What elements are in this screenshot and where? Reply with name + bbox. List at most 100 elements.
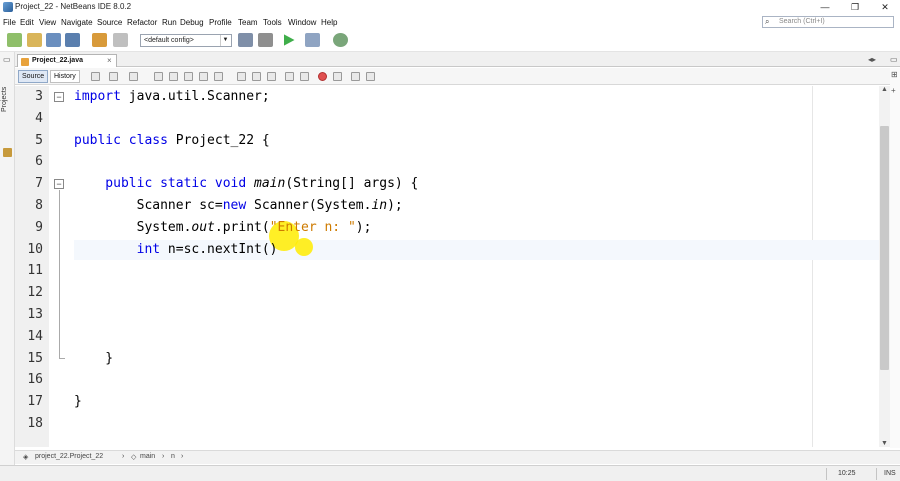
line-number: 10 [27, 241, 43, 257]
close-window-button[interactable]: ✕ [870, 0, 900, 15]
code-token: Project_22 { [167, 132, 270, 148]
close-tab-icon[interactable]: × [107, 56, 112, 65]
code-token: ); [387, 198, 403, 213]
breadcrumb: ◈ project_22.Project_22 › ◇ main › n › [15, 450, 900, 464]
menu-navigate[interactable]: Navigate [61, 18, 93, 27]
scroll-down-icon[interactable]: ▼ [879, 440, 890, 447]
code-line[interactable]: Scanner sc=new Scanner(System.in); [74, 198, 403, 213]
history-view-button[interactable]: History [50, 70, 80, 83]
toggle-rect-select-icon[interactable] [214, 72, 223, 81]
start-macro-recording-icon[interactable] [318, 72, 327, 81]
new-project-icon[interactable] [7, 33, 22, 47]
menu-edit[interactable]: Edit [20, 18, 34, 27]
line-number: 9 [35, 219, 43, 235]
line-number: 4 [35, 110, 43, 126]
main-toolbar [0, 30, 900, 52]
maximize-editor-icon[interactable]: ▭ [890, 55, 898, 64]
code-token: in [371, 198, 388, 213]
code-line[interactable]: } [74, 394, 82, 409]
last-edit-icon[interactable] [91, 72, 100, 81]
code-token: main [254, 176, 286, 192]
breadcrumb-variable[interactable]: n [171, 453, 175, 460]
save-all-icon[interactable] [65, 33, 80, 47]
breadcrumb-class[interactable]: project_22.Project_22 [35, 453, 103, 460]
window-title: Project_22 - NetBeans IDE 8.0.2 [15, 2, 132, 11]
status-separator [826, 468, 827, 480]
method-fold-guide [59, 190, 60, 358]
find-next-icon[interactable] [184, 72, 193, 81]
vertical-scrollbar-thumb[interactable] [880, 126, 889, 370]
line-number: 15 [27, 350, 43, 366]
build-project-icon[interactable] [238, 33, 253, 47]
code-line[interactable]: public static void main(String[] args) { [74, 176, 418, 191]
source-view-button[interactable]: Source [18, 70, 49, 83]
projects-tab[interactable]: Projects [1, 87, 8, 112]
add-icon[interactable]: + [891, 86, 896, 95]
tab-label: Project_22.java [32, 57, 83, 64]
code-line[interactable]: public class Project_22 { [74, 133, 270, 148]
forward-icon[interactable] [129, 72, 138, 81]
clean-build-icon[interactable] [258, 33, 273, 47]
menu-refactor[interactable]: Refactor [127, 18, 157, 27]
restore-button[interactable]: ❐ [840, 0, 870, 15]
uncomment-icon[interactable] [366, 72, 375, 81]
toggle-bookmark-icon[interactable] [267, 72, 276, 81]
new-file-icon[interactable] [27, 33, 42, 47]
line-number: 13 [27, 307, 43, 322]
restore-window-group-icon[interactable]: ▭ [3, 55, 11, 64]
services-icon[interactable] [3, 148, 12, 157]
line-number: 5 [35, 132, 43, 148]
menu-profile[interactable]: Profile [209, 18, 232, 27]
code-token: out [191, 219, 215, 235]
code-line[interactable]: import java.util.Scanner; [74, 89, 270, 104]
title-bar: Project_22 - NetBeans IDE 8.0.2 — ❐ ✕ [0, 0, 900, 15]
menu-source[interactable]: Source [97, 18, 122, 27]
next-bookmark-icon[interactable] [252, 72, 261, 81]
find-previous-icon[interactable] [169, 72, 178, 81]
scroll-up-icon[interactable]: ▲ [879, 86, 890, 93]
fold-method-icon[interactable]: − [54, 179, 64, 189]
breadcrumb-method[interactable]: main [140, 453, 155, 460]
menu-file[interactable]: File [3, 18, 16, 27]
toggle-highlight-icon[interactable] [199, 72, 208, 81]
config-select[interactable]: <default config> ▼ [140, 34, 232, 47]
stop-macro-recording-icon[interactable] [333, 72, 342, 81]
shift-left-icon[interactable] [285, 72, 294, 81]
search-input[interactable]: Search (Ctrl+I) [762, 16, 894, 28]
line-number: 8 [35, 198, 43, 213]
menu-debug[interactable]: Debug [180, 18, 204, 27]
menu-help[interactable]: Help [321, 18, 337, 27]
open-project-icon[interactable] [46, 33, 61, 47]
debug-project-icon[interactable] [305, 33, 320, 47]
class-icon: ◈ [23, 454, 29, 461]
code-line[interactable]: int n=sc.nextInt() [74, 242, 278, 257]
menu-team[interactable]: Team [238, 18, 258, 27]
back-icon[interactable] [109, 72, 118, 81]
menu-run[interactable]: Run [162, 18, 177, 27]
menu-view[interactable]: View [39, 18, 56, 27]
redo-icon[interactable] [113, 33, 128, 47]
comment-icon[interactable] [351, 72, 360, 81]
split-editor-icon[interactable]: ⊞ [891, 70, 898, 79]
code-token: .print( [214, 219, 270, 235]
fold-import-icon[interactable]: − [54, 92, 64, 102]
java-file-icon [21, 58, 29, 66]
line-number: 14 [27, 328, 43, 344]
previous-bookmark-icon[interactable] [237, 72, 246, 81]
menu-tools[interactable]: Tools [263, 18, 282, 27]
code-line[interactable]: } [74, 351, 113, 366]
shift-right-icon[interactable] [300, 72, 309, 81]
breadcrumb-separator-icon: › [122, 453, 125, 460]
right-margin-guide [812, 86, 813, 447]
editor-toolbar: Source History [15, 68, 900, 85]
find-icon[interactable] [154, 72, 163, 81]
code-token: new [222, 198, 247, 213]
right-side-strip: ⊞ + [890, 68, 900, 448]
minimize-button[interactable]: — [810, 0, 840, 15]
scroll-tabs-icon[interactable]: ◂▸ [868, 55, 876, 64]
tab-project-22-java[interactable]: Project_22.java × [17, 54, 117, 67]
undo-icon[interactable] [92, 33, 107, 47]
profile-project-icon[interactable] [333, 33, 348, 47]
menu-window[interactable]: Window [288, 18, 316, 27]
code-line[interactable]: System.out.print("Enter n: "); [74, 219, 372, 235]
